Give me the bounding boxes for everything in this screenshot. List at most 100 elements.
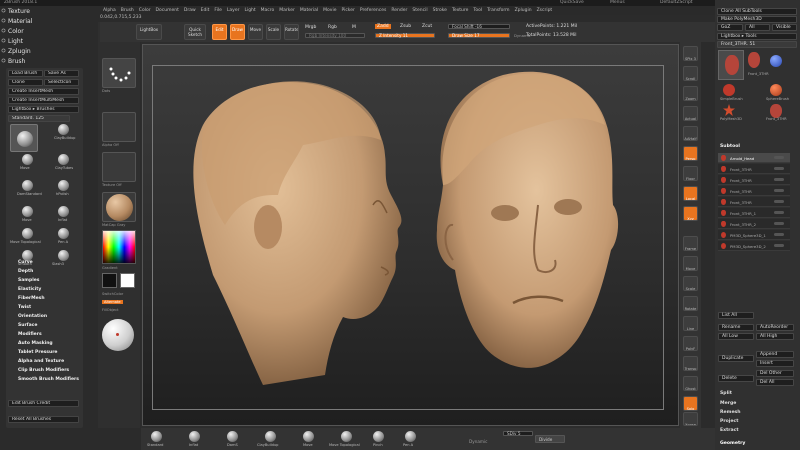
head-tool-icon[interactable] xyxy=(770,104,782,118)
subpalette-surface[interactable]: Surface xyxy=(18,323,37,328)
menu-material[interactable]: Material xyxy=(300,8,318,13)
reset-all-brushes-button[interactable]: Reset All Brushes xyxy=(8,416,79,423)
append-button[interactable]: Append xyxy=(756,351,794,358)
subtool-row[interactable]: Front_3THR_1 xyxy=(718,208,790,218)
subpalette-twist[interactable]: Twist xyxy=(18,305,31,310)
menu-light[interactable]: Light xyxy=(244,8,255,13)
menu-layer[interactable]: Layer xyxy=(227,8,240,13)
rotate-button[interactable]: Rotate xyxy=(284,24,299,40)
sdiv-slider[interactable]: SDiv 5 xyxy=(503,431,533,436)
frame-button[interactable]: Frame xyxy=(683,236,698,251)
head-tool-icon[interactable] xyxy=(748,52,760,68)
menu-picker[interactable]: Picker xyxy=(341,8,354,13)
shelf-brush-icon[interactable] xyxy=(265,431,276,442)
lightbox-tools-button[interactable]: Lightbox ▸ Tools xyxy=(717,33,797,40)
eye-icon[interactable] xyxy=(774,178,784,181)
menu-marker[interactable]: Marker xyxy=(279,8,295,13)
extract-subpalette[interactable]: Extract xyxy=(720,428,739,433)
pen-a-brush-icon[interactable] xyxy=(58,228,69,239)
eye-icon[interactable] xyxy=(774,189,784,192)
load-brush-button[interactable]: Load Brush xyxy=(8,70,43,77)
divide-button[interactable]: Divide xyxy=(535,435,565,443)
menu-macro[interactable]: Macro xyxy=(261,8,275,13)
all-high-button[interactable]: All High xyxy=(756,333,794,340)
rename-button[interactable]: Rename xyxy=(718,324,754,331)
eye-icon[interactable] xyxy=(774,211,784,214)
local-button[interactable]: Local xyxy=(683,186,698,201)
persp-button[interactable]: Persp xyxy=(683,146,698,161)
merge-subpalette[interactable]: Merge xyxy=(720,401,736,406)
shelf-brush-icon[interactable] xyxy=(303,431,314,442)
menu-zplugin[interactable]: Zplugin xyxy=(515,8,532,13)
polyf-button[interactable]: PolyF xyxy=(683,336,698,351)
rotate-view-button[interactable]: Rotate xyxy=(683,296,698,311)
xyz-button[interactable]: Xyz xyxy=(683,206,698,221)
clone-button[interactable]: Clone xyxy=(8,79,43,86)
delete-button[interactable]: Delete xyxy=(718,375,754,382)
shelf-brush-icon[interactable] xyxy=(341,431,352,442)
menu-tool[interactable]: Tool xyxy=(473,8,482,13)
palette-brush[interactable]: Brush xyxy=(0,56,55,66)
subtool-title[interactable]: Subtool xyxy=(720,144,740,149)
goz-button[interactable]: GoZ xyxy=(717,24,743,31)
current-tool-thumb[interactable] xyxy=(718,50,744,80)
spherebrush-icon[interactable] xyxy=(770,84,782,96)
dam-standard-brush-icon[interactable] xyxy=(22,180,33,191)
texture-thumb[interactable] xyxy=(102,152,136,182)
clone-all-subtools-button[interactable]: Clone All SubTools xyxy=(717,8,797,15)
subtool-row[interactable]: Arnold_Head xyxy=(718,153,790,163)
ghost-button[interactable]: Ghost xyxy=(683,376,698,391)
smooth-brush-icon[interactable] xyxy=(22,228,33,239)
subtool-row[interactable]: Front_3THR xyxy=(718,175,790,185)
claybuildup-brush-icon[interactable] xyxy=(58,124,69,135)
create-insertmesh-button[interactable]: Create InsertMesh xyxy=(8,88,79,95)
eye-icon[interactable] xyxy=(774,233,784,236)
subtool-row[interactable]: Front_3THR_2 xyxy=(718,219,790,229)
zsub-toggle[interactable]: Zsub xyxy=(400,24,411,29)
menu-stencil[interactable]: Stencil xyxy=(412,8,427,13)
visible-button[interactable]: Visible xyxy=(772,24,797,31)
select-icon-button[interactable]: SelectIcon xyxy=(44,79,79,86)
solo-button[interactable]: Solo xyxy=(683,396,698,411)
spix-button[interactable]: SPix 3 xyxy=(683,46,698,61)
menu-transform[interactable]: Transform xyxy=(487,8,509,13)
all-low-button[interactable]: All Low xyxy=(718,333,754,340)
eye-icon[interactable] xyxy=(774,167,784,170)
polymesh3d-icon[interactable] xyxy=(723,104,735,116)
shelf-brush-icon[interactable] xyxy=(373,431,384,442)
palette-zplugin[interactable]: Zplugin xyxy=(0,46,55,56)
subtool-row[interactable]: Front_3THR xyxy=(718,197,790,207)
menu-document[interactable]: Document xyxy=(156,8,179,13)
secondary-color-swatch[interactable] xyxy=(102,273,117,288)
subpalette-samples[interactable]: Samples xyxy=(18,278,39,283)
alpha-brush-icon[interactable] xyxy=(770,55,782,67)
menu-stroke[interactable]: Stroke xyxy=(433,8,447,13)
list-all-button[interactable]: List All xyxy=(718,312,754,319)
subpalette-tablet-pressure[interactable]: Tablet Pressure xyxy=(18,350,57,355)
shelf-brush-icon[interactable] xyxy=(227,431,238,442)
move-brush-icon[interactable] xyxy=(22,154,33,165)
simplebrush-icon[interactable] xyxy=(723,84,735,96)
duplicate-button[interactable]: Duplicate xyxy=(718,355,754,362)
zoom-button[interactable]: Zoom xyxy=(683,86,698,101)
eye-icon[interactable] xyxy=(774,200,784,203)
subtool-row[interactable]: PM3D_Sphere3D_2 xyxy=(718,241,790,251)
eye-icon[interactable] xyxy=(774,222,784,225)
palette-light[interactable]: Light xyxy=(0,36,55,46)
current-brush-slider[interactable]: Standard. 125 xyxy=(8,115,70,122)
remesh-subpalette[interactable]: Remesh xyxy=(720,410,741,415)
draw-button[interactable]: Draw xyxy=(230,24,245,40)
menu-edit[interactable]: Edit xyxy=(201,8,210,13)
claytubes-brush-icon[interactable] xyxy=(58,154,69,165)
m-toggle[interactable]: M xyxy=(352,25,356,30)
switchcolor-button[interactable]: SwitchColor xyxy=(102,292,123,296)
geometry-subpalette[interactable]: Geometry xyxy=(720,441,745,446)
floor-button[interactable]: Floor xyxy=(683,166,698,181)
move-topological-brush-icon[interactable] xyxy=(22,206,33,217)
shelf-brush-icon[interactable] xyxy=(405,431,416,442)
rgb-intensity-slider[interactable]: Rgb Intensity 100 xyxy=(305,33,365,38)
palette-texture[interactable]: Texture xyxy=(0,6,55,16)
dynamic-subdiv-toggle[interactable]: Dynamic xyxy=(469,439,487,444)
subpalette-elasticity[interactable]: Elasticity xyxy=(18,287,41,292)
focal-shift-slider[interactable]: Focal Shift -16 xyxy=(448,24,510,29)
